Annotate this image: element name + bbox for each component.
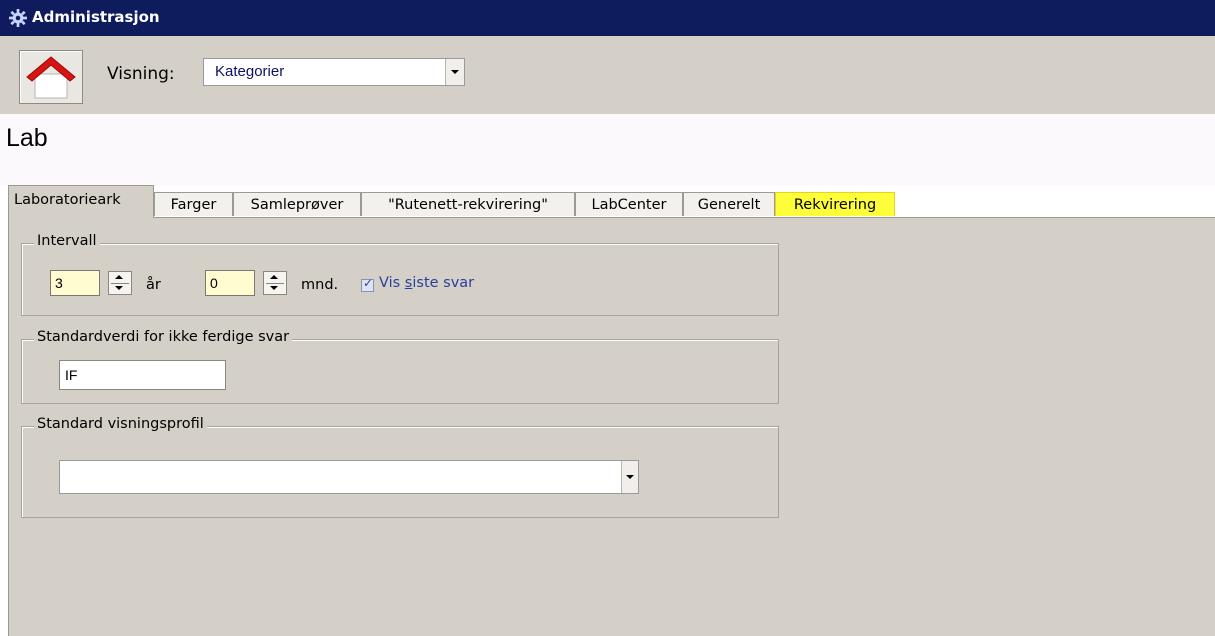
standardverdi-legend: Standardverdi for ikke ferdige svar <box>34 329 293 345</box>
chevron-down-icon[interactable] <box>621 461 638 493</box>
visningsprofil-group: Standard visningsprofil <box>21 416 779 518</box>
visningsprofil-legend: Standard visningsprofil <box>34 416 207 432</box>
vis-siste-svar-checkbox[interactable] <box>361 276 374 292</box>
tab-rekvirering[interactable]: Rekvirering <box>775 192 895 216</box>
tab-rutenett-rekvirering[interactable]: "Rutenett-rekvirering" <box>361 192 575 216</box>
months-input[interactable]: 0 <box>205 270 255 296</box>
years-unit: år <box>146 277 161 293</box>
tab-generelt[interactable]: Generelt <box>683 192 775 216</box>
visning-dropdown[interactable]: Kategorier <box>203 58 465 86</box>
home-button[interactable] <box>19 50 83 104</box>
spin-divider <box>111 283 129 284</box>
intervall-legend: Intervall <box>34 233 100 249</box>
window-title: Administrasjon <box>32 8 160 26</box>
standardverdi-input[interactable]: IF <box>59 360 226 390</box>
tab-content-panel: Intervall 3 år 0 mnd. Vis siste svar Sta… <box>8 217 1215 636</box>
years-value: 3 <box>55 275 63 291</box>
tab-laboratorieark[interactable]: Laboratorieark <box>8 185 154 218</box>
home-icon <box>26 56 76 99</box>
months-spinner[interactable] <box>263 271 287 295</box>
months-unit: mnd. <box>301 277 339 293</box>
spin-up-icon[interactable] <box>115 275 123 279</box>
spin-up-icon[interactable] <box>270 275 278 279</box>
heading-band <box>0 114 1215 186</box>
standardverdi-value: IF <box>65 367 78 383</box>
spin-down-icon[interactable] <box>270 286 278 290</box>
tab-samleprover[interactable]: Samleprøver <box>233 192 361 216</box>
spin-divider <box>266 283 284 284</box>
gear-icon <box>9 9 27 27</box>
visning-value: Kategorier <box>215 63 285 80</box>
intervall-group: Intervall 3 år 0 mnd. Vis siste svar <box>21 233 779 316</box>
months-value: 0 <box>210 275 218 291</box>
vis-siste-svar-label[interactable]: Vis siste svar <box>379 275 474 291</box>
tab-farger[interactable]: Farger <box>154 192 233 216</box>
title-bar: Administrasjon <box>0 0 1215 36</box>
spin-down-icon[interactable] <box>115 286 123 290</box>
standardverdi-group: Standardverdi for ikke ferdige svar IF <box>21 329 779 404</box>
page-title: Lab <box>6 124 48 152</box>
visning-label: Visning: <box>107 64 175 84</box>
chevron-down-icon[interactable] <box>445 59 464 85</box>
years-input[interactable]: 3 <box>50 270 100 296</box>
toolbar: Visning: Kategorier <box>0 36 1215 114</box>
tab-labcenter[interactable]: LabCenter <box>575 192 683 216</box>
visningsprofil-dropdown[interactable] <box>59 460 639 494</box>
years-spinner[interactable] <box>108 271 132 295</box>
